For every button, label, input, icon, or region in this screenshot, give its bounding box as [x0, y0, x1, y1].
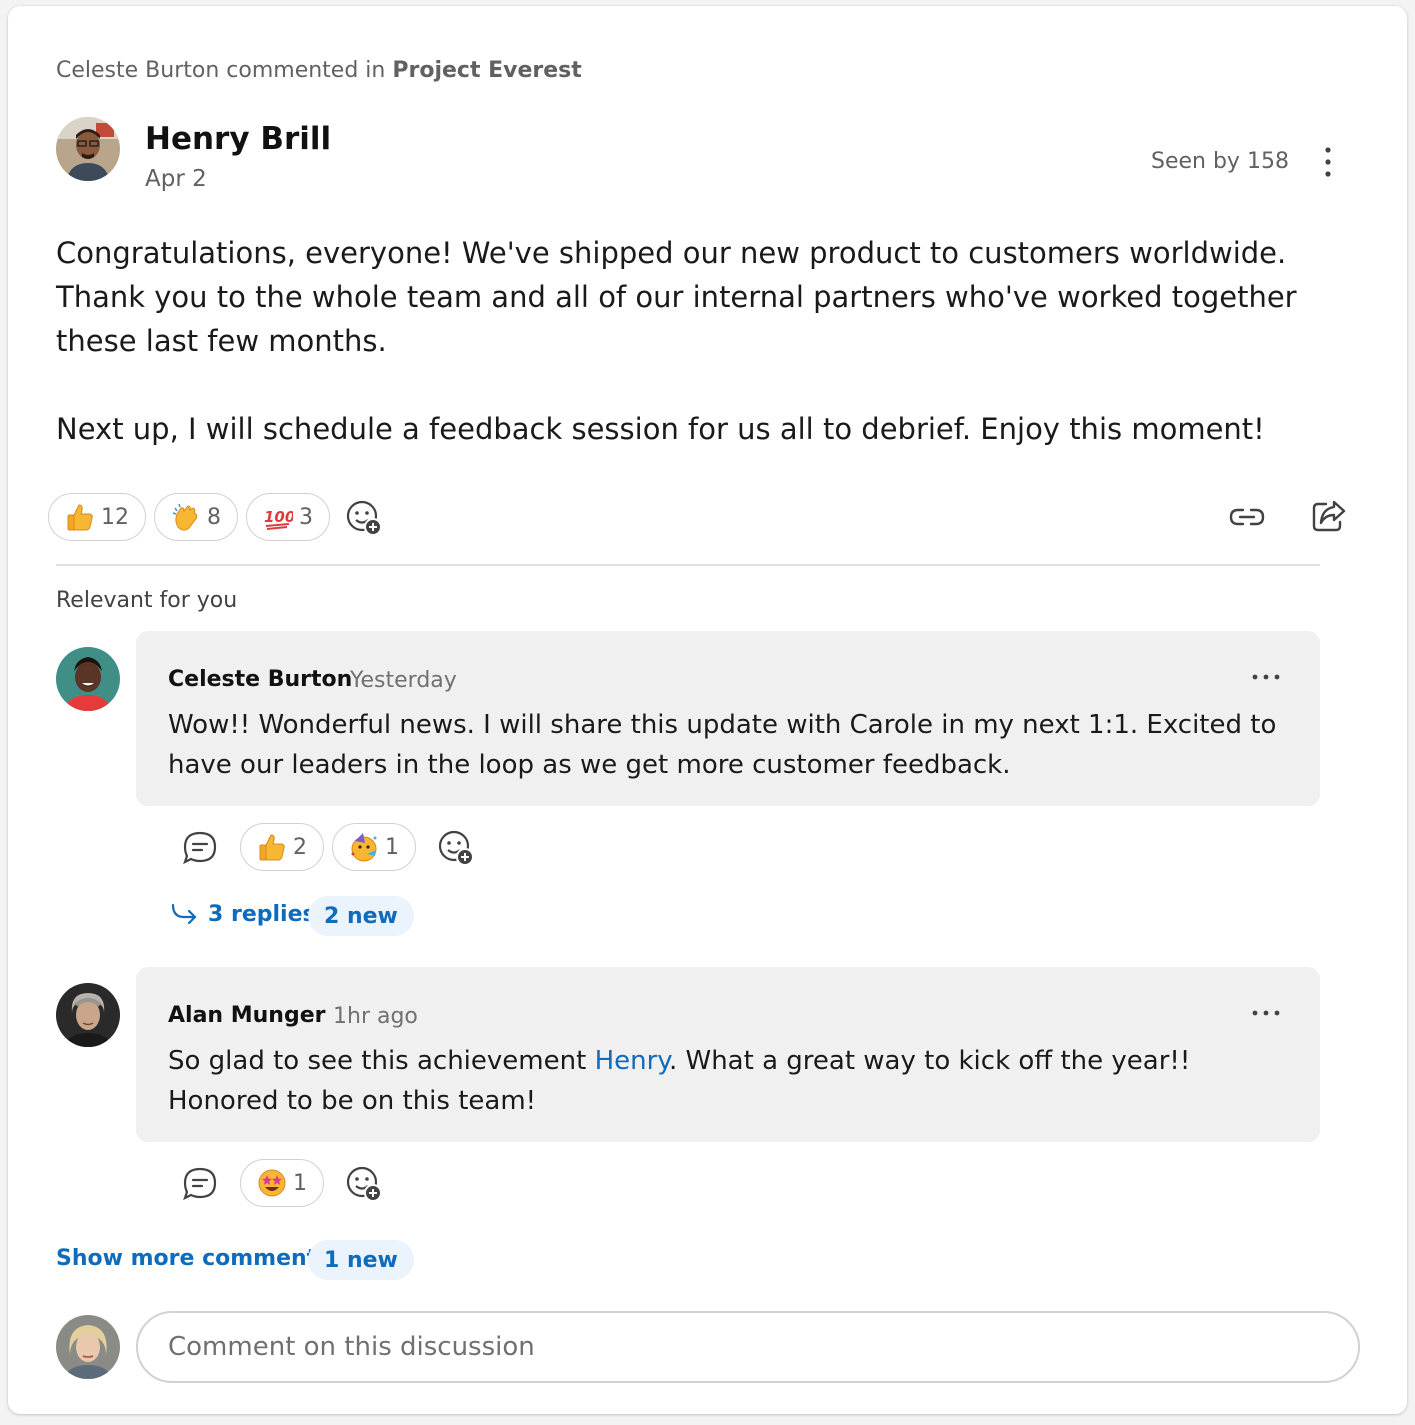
comment-more-icon[interactable]	[1250, 1003, 1282, 1023]
reaction-count: 3	[299, 504, 313, 530]
add-reaction-icon[interactable]	[436, 828, 476, 868]
commenter-avatar[interactable]	[56, 647, 120, 711]
reply-icon[interactable]	[182, 1166, 218, 1202]
new-comments-badge[interactable]: 1 new	[308, 1240, 414, 1280]
clapping-hands-icon	[171, 502, 201, 532]
post-date: Apr 2	[145, 166, 207, 192]
new-replies-badge[interactable]: 2 new	[308, 896, 414, 936]
activity-context: Celeste Burton commented in Project Ever…	[56, 58, 582, 83]
section-label: Relevant for you	[56, 588, 238, 613]
add-reaction-icon[interactable]	[344, 498, 384, 538]
comment-input[interactable]	[136, 1311, 1360, 1383]
star-struck-icon	[257, 1168, 287, 1198]
reaction-count: 12	[101, 504, 129, 530]
reply-arrow-icon[interactable]	[170, 903, 198, 927]
context-group-link[interactable]: Project Everest	[392, 58, 581, 83]
comment-text-part: So glad to see this achievement	[168, 1046, 595, 1076]
thumbs-up-icon	[257, 832, 287, 862]
reaction-hundred-points[interactable]: 100 3	[246, 493, 330, 541]
comment-bubble: Celeste Burton Yesterday Wow!! Wonderful…	[136, 631, 1320, 806]
reaction-thumbs-up[interactable]: 2	[240, 823, 324, 871]
comment-bubble: Alan Munger 1hr ago So glad to see this …	[136, 967, 1320, 1142]
reaction-star-struck[interactable]: 1	[240, 1159, 324, 1207]
author-avatar[interactable]	[56, 117, 120, 181]
post-body: Congratulations, everyone! We've shipped…	[56, 231, 1356, 451]
comment-time: 1hr ago	[333, 1004, 418, 1029]
party-face-icon	[349, 832, 379, 862]
reaction-count: 1	[385, 834, 399, 860]
comment-time: Yesterday	[350, 668, 457, 693]
comment-author[interactable]: Alan Munger	[168, 1003, 325, 1028]
divider	[56, 564, 1320, 566]
hundred-points-icon: 100	[263, 502, 293, 532]
reply-icon[interactable]	[182, 830, 218, 866]
copy-link-icon[interactable]	[1228, 500, 1266, 534]
comment-text: So glad to see this achievement Henry. W…	[168, 1041, 1288, 1121]
comment-more-icon[interactable]	[1250, 667, 1282, 687]
add-reaction-icon[interactable]	[344, 1164, 384, 1204]
commenter-avatar[interactable]	[56, 983, 120, 1047]
share-icon[interactable]	[1310, 498, 1348, 534]
reaction-count: 8	[207, 504, 221, 530]
context-actor[interactable]: Celeste Burton	[56, 58, 219, 83]
seen-by-count[interactable]: Seen by 158	[1151, 149, 1289, 174]
discussion-card: Celeste Burton commented in Project Ever…	[8, 6, 1407, 1414]
comment-text: Wow!! Wonderful news. I will share this …	[168, 710, 1277, 780]
current-user-avatar	[56, 1315, 120, 1379]
post-paragraph: Next up, I will schedule a feedback sess…	[56, 412, 1265, 446]
reaction-count: 2	[293, 834, 307, 860]
author-name[interactable]: Henry Brill	[145, 121, 331, 157]
more-options-icon[interactable]	[1314, 144, 1342, 180]
reaction-party-face[interactable]: 1	[332, 823, 416, 871]
reaction-count: 1	[293, 1170, 307, 1196]
comment-author[interactable]: Celeste Burton	[168, 667, 352, 692]
context-action: commented in	[226, 58, 386, 83]
view-replies-link[interactable]: 3 replies	[208, 902, 316, 927]
reaction-clapping-hands[interactable]: 8	[154, 493, 238, 541]
mention-link[interactable]: Henry	[595, 1046, 669, 1076]
reaction-thumbs-up[interactable]: 12	[48, 493, 146, 541]
post-paragraph: Congratulations, everyone! We've shipped…	[56, 236, 1297, 358]
show-more-comments-link[interactable]: Show more comments	[56, 1246, 330, 1271]
thumbs-up-icon	[65, 502, 95, 532]
